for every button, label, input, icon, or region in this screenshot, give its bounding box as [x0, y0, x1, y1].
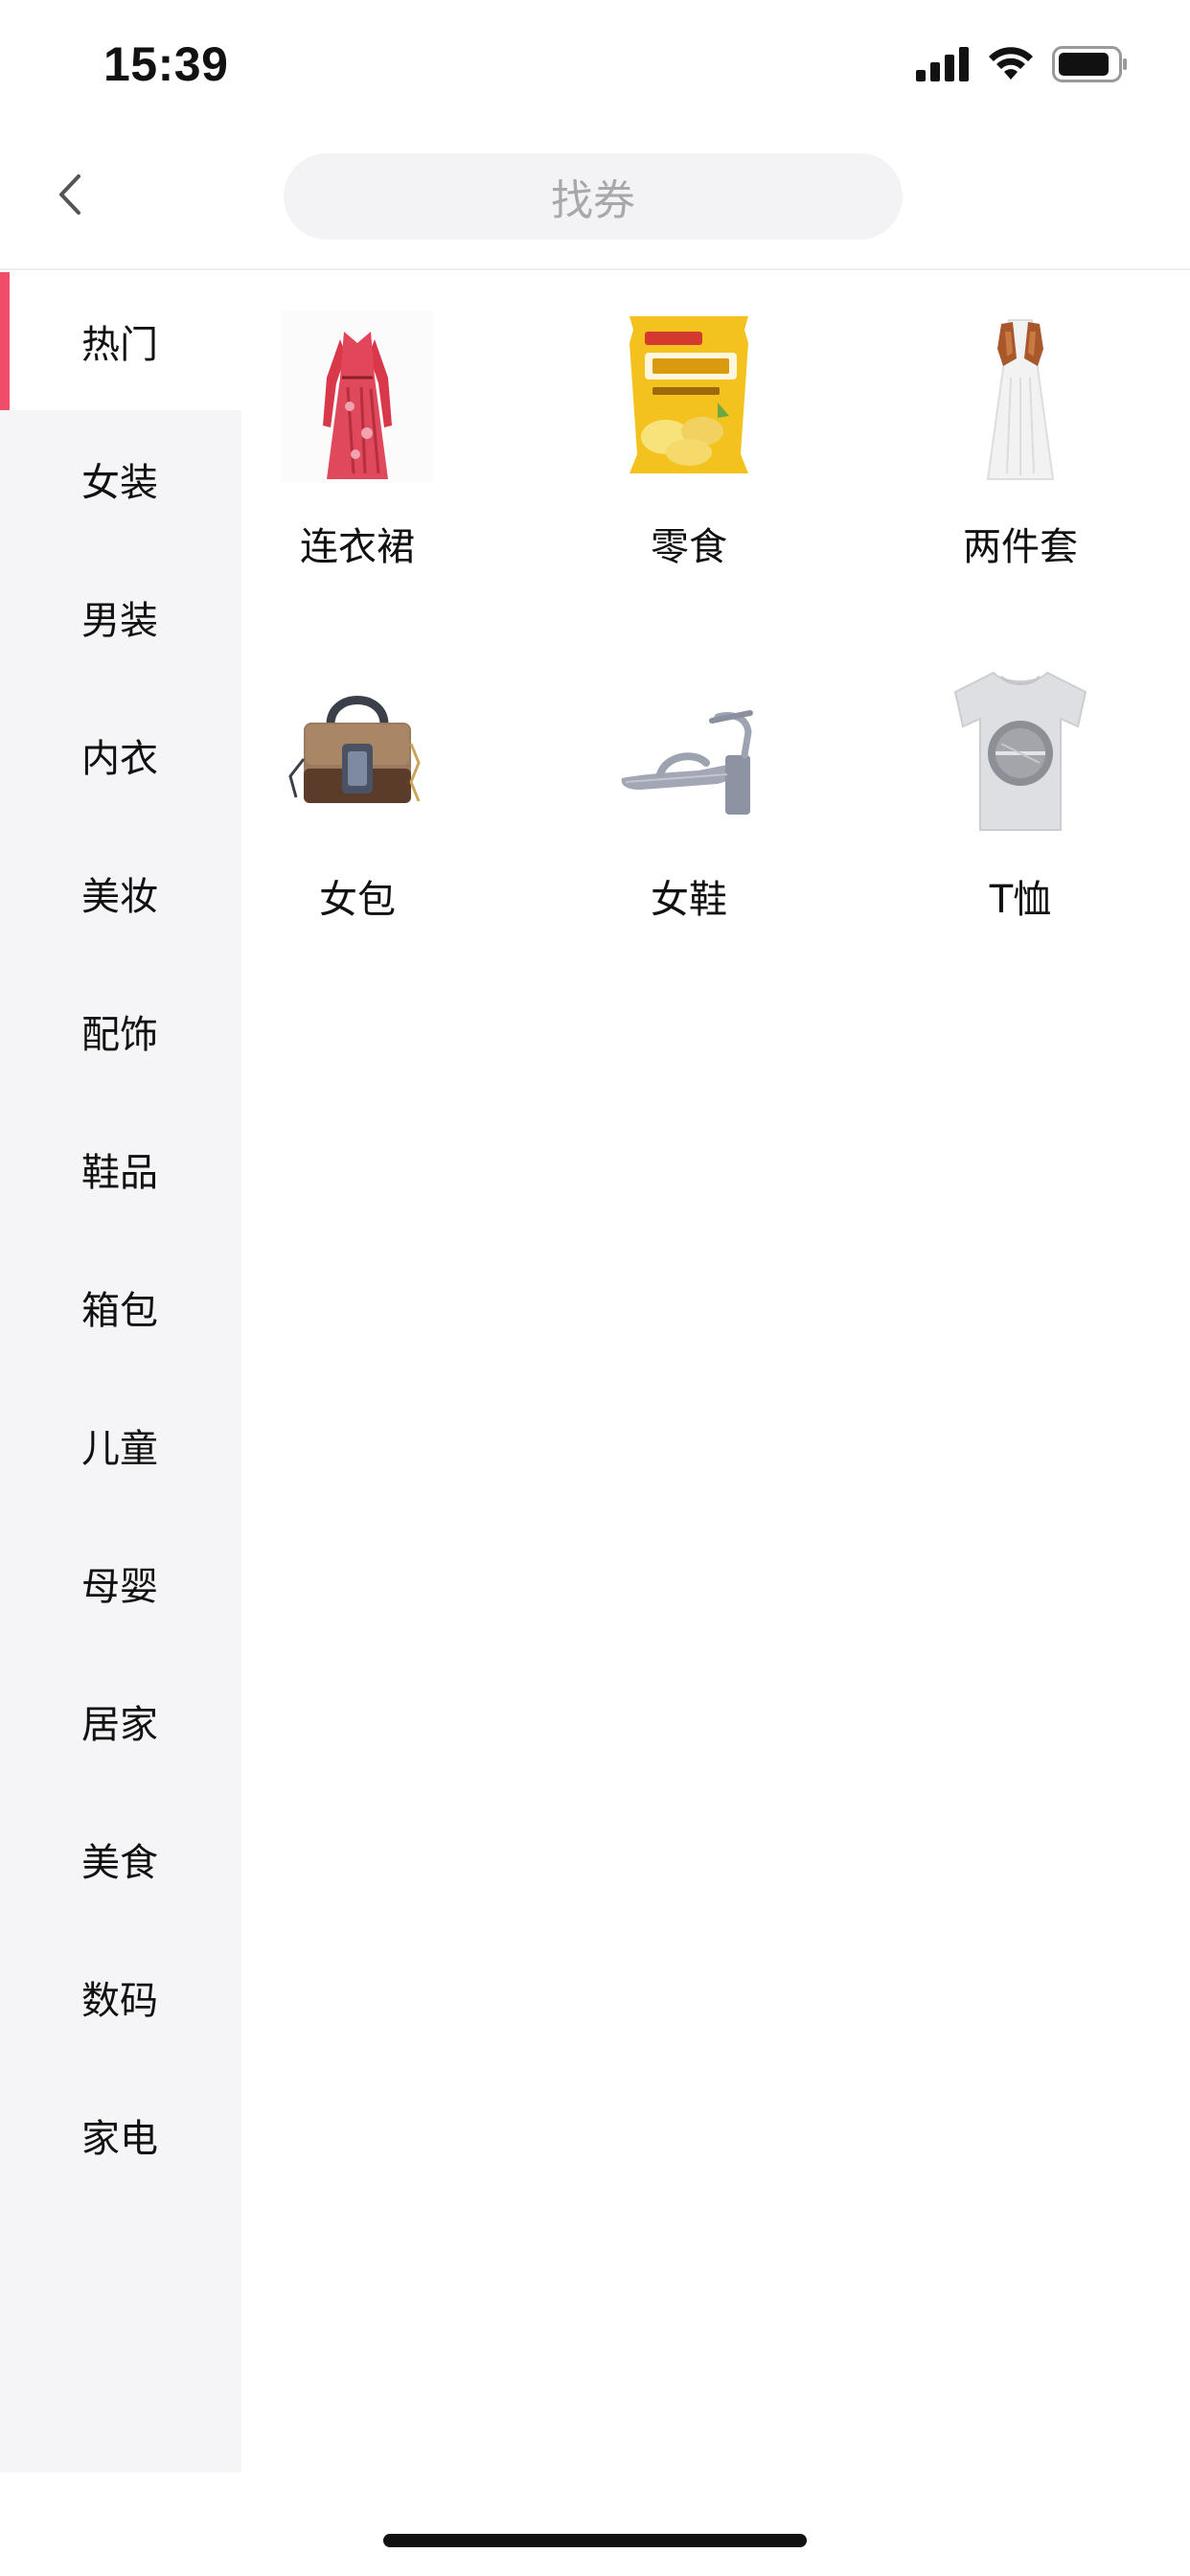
- status-time: 15:39: [103, 37, 229, 91]
- subcategory-label: T恤: [989, 878, 1052, 922]
- sidebar-item-digital[interactable]: 数码: [0, 1928, 241, 2066]
- sidebar-item-label: 居家: [81, 1703, 158, 1747]
- status-bar: 15:39: [0, 0, 1190, 126]
- sidebar-item-label: 家电: [81, 2117, 158, 2161]
- subcategory-sandal[interactable]: 女鞋: [523, 663, 855, 1016]
- sidebar-item-shoes[interactable]: 鞋品: [0, 1100, 241, 1238]
- sidebar-item-home[interactable]: 居家: [0, 1652, 241, 1790]
- snack-bag-icon: [603, 310, 775, 483]
- sidebar-item-appliances[interactable]: 家电: [0, 2066, 241, 2204]
- subcategory-dress[interactable]: 连衣裙: [192, 310, 523, 663]
- sandal-icon: [603, 663, 775, 836]
- nav-bar: 找券: [0, 126, 1190, 270]
- subcategory-label: 零食: [651, 525, 727, 569]
- sidebar-item-bags[interactable]: 箱包: [0, 1238, 241, 1376]
- sidebar-item-label: 母婴: [81, 1565, 158, 1609]
- sidebar-item-label: 数码: [81, 1979, 158, 2023]
- subcategory-label: 女包: [319, 878, 396, 922]
- sidebar-item-label: 内衣: [81, 737, 158, 781]
- search-placeholder: 找券: [551, 176, 635, 225]
- subcategory-label: 连衣裙: [300, 525, 415, 569]
- sidebar-item-label: 热门: [81, 323, 158, 367]
- sidebar-item-kids[interactable]: 儿童: [0, 1376, 241, 1514]
- subcategory-label: 女鞋: [651, 878, 727, 922]
- subcategory-handbag[interactable]: 女包: [192, 663, 523, 1016]
- back-button[interactable]: [38, 165, 102, 228]
- category-content: 连衣裙 零食 两件套 女包 女鞋 T恤: [241, 272, 1190, 2472]
- sidebar-item-label: 男装: [81, 599, 158, 643]
- two-piece-outfit-icon: [934, 310, 1107, 483]
- home-indicator[interactable]: [383, 2534, 807, 2547]
- wifi-icon: [989, 47, 1033, 81]
- search-input[interactable]: 找券: [284, 153, 903, 240]
- cellular-signal-icon: [916, 47, 970, 81]
- chevron-left-icon: [56, 172, 84, 220]
- sidebar-item-label: 配饰: [81, 1013, 158, 1057]
- status-icons: [916, 46, 1129, 82]
- subcategory-label: 两件套: [963, 525, 1078, 569]
- sidebar-item-food[interactable]: 美食: [0, 1790, 241, 1928]
- subcategory-two-piece[interactable]: 两件套: [855, 310, 1186, 663]
- sidebar-item-label: 女装: [81, 461, 158, 505]
- subcategory-grid: 连衣裙 零食 两件套 女包 女鞋 T恤: [192, 310, 1140, 1016]
- sidebar-item-label: 美妆: [81, 875, 158, 919]
- sidebar-item-label: 美食: [81, 1841, 158, 1885]
- sidebar-item-label: 箱包: [81, 1289, 158, 1333]
- subcategory-snack[interactable]: 零食: [523, 310, 855, 663]
- sidebar-item-label: 鞋品: [81, 1151, 158, 1195]
- handbag-icon: [271, 663, 444, 836]
- subcategory-tshirt[interactable]: T恤: [855, 663, 1186, 1016]
- battery-icon: [1052, 46, 1129, 82]
- tshirt-icon: [934, 663, 1107, 836]
- sidebar-item-label: 儿童: [81, 1427, 158, 1471]
- dress-icon: [271, 310, 444, 483]
- sidebar-item-baby[interactable]: 母婴: [0, 1514, 241, 1652]
